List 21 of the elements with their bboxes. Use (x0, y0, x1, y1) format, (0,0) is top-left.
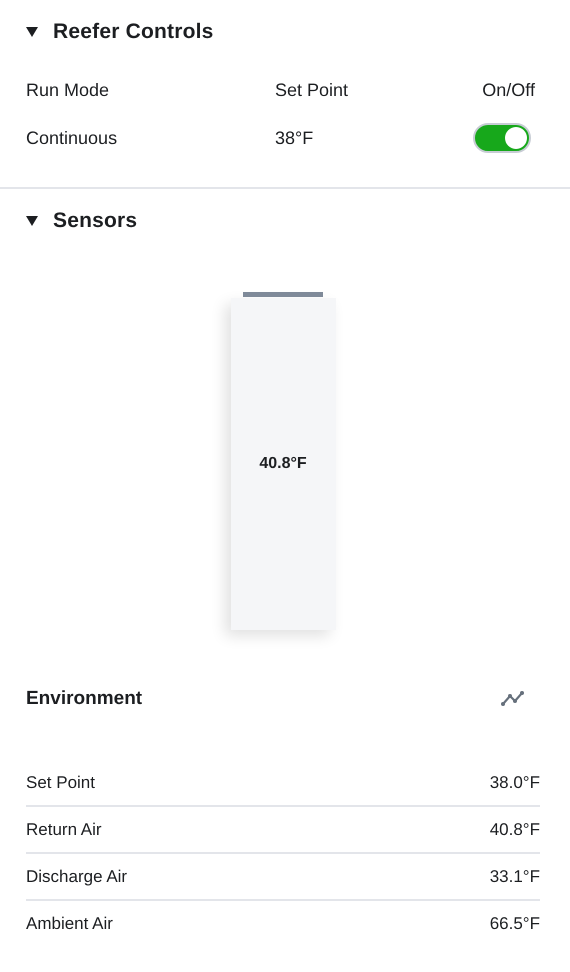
caret-icon[interactable] (26, 27, 38, 37)
sensor-value: 66.5°F (490, 914, 540, 934)
section-title: Sensors (53, 209, 138, 233)
line-chart-icon[interactable] (500, 689, 526, 709)
sensor-value: 38.0°F (490, 772, 540, 792)
caret-icon[interactable] (26, 216, 38, 226)
gauge-reading: 40.8°F (259, 455, 307, 473)
power-toggle[interactable] (473, 123, 531, 153)
sensor-label: Return Air (26, 820, 102, 840)
sensor-label: Set Point (26, 772, 95, 792)
section-title: Reefer Controls (53, 20, 214, 44)
sensor-label: Discharge Air (26, 866, 128, 886)
run-mode-value: Continuous (26, 128, 118, 148)
environment-title: Environment (26, 688, 142, 710)
column-header: Set Point (275, 80, 350, 101)
sensor-label: Ambient Air (26, 914, 113, 934)
set-point-value: 38°F (275, 128, 314, 148)
column-header: Run Mode (26, 80, 110, 101)
sensor-value: 33.1°F (490, 866, 540, 886)
sensor-value: 40.8°F (490, 820, 540, 840)
column-header: On/Off (482, 80, 535, 101)
